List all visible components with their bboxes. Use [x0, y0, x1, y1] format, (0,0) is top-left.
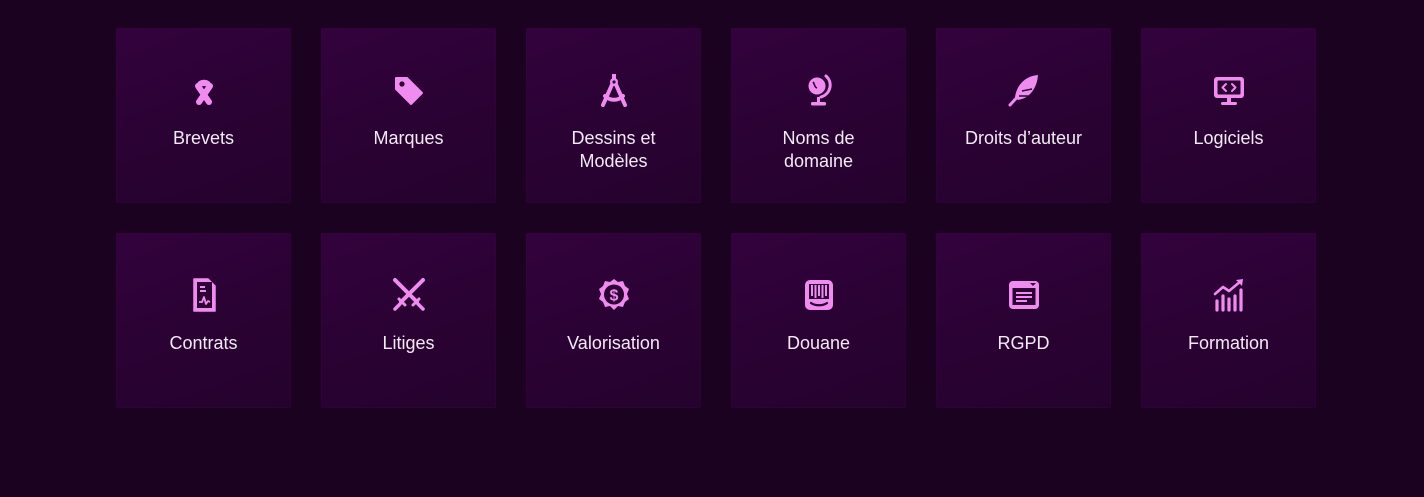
crossed-swords-icon	[391, 277, 427, 313]
service-label: Marques	[373, 128, 444, 148]
services-grid: Brevets Marques Dessins et Modèles Noms …	[116, 28, 1316, 408]
barcode-box-icon	[801, 277, 837, 313]
service-label: Logiciels	[1193, 128, 1264, 148]
service-label: RGPD	[997, 333, 1050, 353]
service-tile-formation[interactable]: Formation	[1141, 233, 1316, 408]
service-label: Valorisation	[567, 333, 660, 353]
chart-growth-icon	[1211, 277, 1247, 313]
service-label: Douane	[786, 333, 851, 353]
svg-text:$: $	[609, 288, 618, 305]
ribbon-icon	[186, 72, 222, 108]
service-label: Contrats	[169, 333, 238, 353]
service-tile-litiges[interactable]: Litiges	[321, 233, 496, 408]
service-label: Noms de domaine	[782, 128, 855, 171]
compass-drafting-icon	[596, 72, 632, 108]
feather-icon	[1006, 72, 1042, 108]
service-label: Formation	[1187, 333, 1270, 353]
service-tile-noms-domaine[interactable]: Noms de domaine	[731, 28, 906, 203]
service-tile-valorisation[interactable]: $ Valorisation	[526, 233, 701, 408]
tag-icon	[391, 72, 427, 108]
globe-stand-icon	[801, 72, 837, 108]
service-tile-contrats[interactable]: Contrats	[116, 233, 291, 408]
service-tile-marques[interactable]: Marques	[321, 28, 496, 203]
service-tile-logiciels[interactable]: Logiciels	[1141, 28, 1316, 203]
contract-file-icon	[186, 277, 222, 313]
service-label: Brevets	[172, 128, 235, 148]
service-tile-brevets[interactable]: Brevets	[116, 28, 291, 203]
service-tile-droits-auteur[interactable]: Droits d’auteur	[936, 28, 1111, 203]
service-label: Litiges	[382, 333, 435, 353]
service-label: Droits d’auteur	[964, 128, 1083, 148]
dollar-badge-icon: $	[596, 277, 632, 313]
service-tile-dessins-modeles[interactable]: Dessins et Modèles	[526, 28, 701, 203]
service-tile-douane[interactable]: Douane	[731, 233, 906, 408]
service-tile-rgpd[interactable]: RGPD	[936, 233, 1111, 408]
computer-code-icon	[1211, 72, 1247, 108]
service-label: Dessins et Modèles	[571, 128, 656, 171]
privacy-window-icon	[1006, 277, 1042, 313]
